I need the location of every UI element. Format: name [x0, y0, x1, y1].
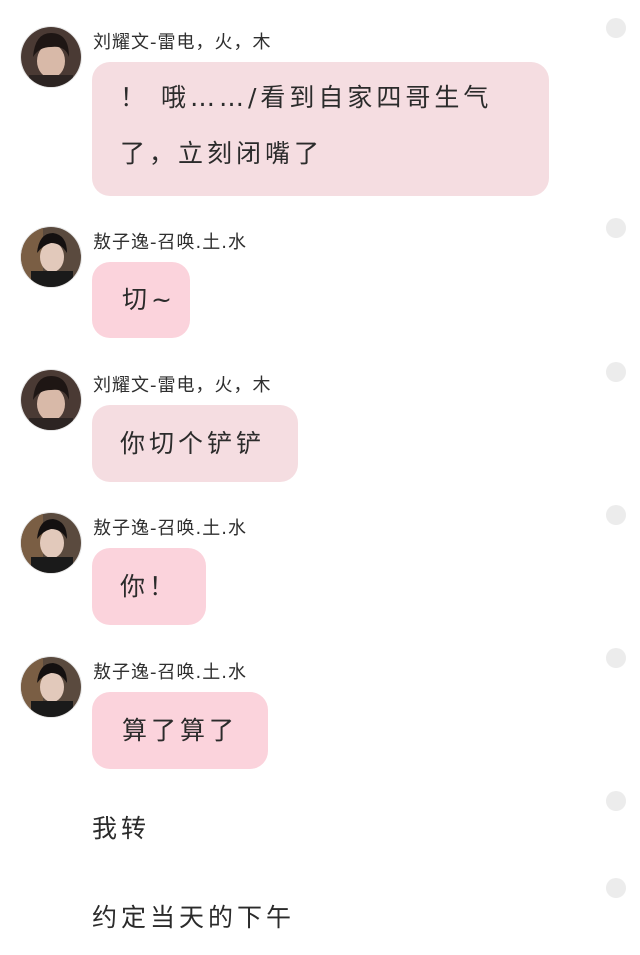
message-text: 你切个铲铲 — [120, 429, 266, 458]
avatar-portrait-icon — [21, 513, 81, 573]
chat-message: 敖子逸-召唤.土.水 切~ — [0, 210, 640, 350]
sender-name: 敖子逸-召唤.土.水 — [93, 518, 247, 539]
narration-line: 约定当天的下午 — [0, 872, 640, 952]
message-bubble[interactable]: 你切个铲铲 — [92, 405, 298, 482]
avatar-ao[interactable] — [20, 512, 82, 574]
select-radio[interactable] — [606, 362, 626, 382]
sender-name: 刘耀文-雷电，火，木 — [93, 375, 272, 396]
message-bubble[interactable]: 你！ — [92, 548, 206, 625]
narration-text: 约定当天的下午 — [92, 903, 296, 932]
avatar-liu[interactable] — [20, 369, 82, 431]
avatar-portrait-icon — [21, 27, 81, 87]
sender-name: 敖子逸-召唤.土.水 — [93, 662, 247, 683]
sender-name: 敖子逸-召唤.土.水 — [93, 232, 247, 253]
avatar-portrait-icon — [21, 227, 81, 287]
message-text: 你！ — [120, 572, 179, 601]
message-bubble[interactable]: 切~ — [92, 262, 190, 338]
avatar-portrait-icon — [21, 657, 81, 717]
message-text: 算了算了 — [122, 716, 239, 745]
avatar-ao[interactable] — [20, 656, 82, 718]
message-text-line: ！ 哦……/看到自家四哥生气 — [120, 83, 493, 112]
avatar-ao[interactable] — [20, 226, 82, 288]
chat-message: 敖子逸-召唤.土.水 你！ — [0, 495, 640, 635]
message-bubble[interactable]: 算了算了 — [92, 692, 268, 769]
select-radio[interactable] — [606, 505, 626, 525]
chat-message: 刘耀文-雷电，火，木 ！ 哦……/看到自家四哥生气 了，立刻闭嘴了 — [0, 0, 640, 200]
sender-name: 刘耀文-雷电，火，木 — [93, 32, 272, 53]
chat-message: 敖子逸-召唤.土.水 算了算了 — [0, 638, 640, 778]
message-bubble[interactable]: ！ 哦……/看到自家四哥生气 了，立刻闭嘴了 — [92, 62, 549, 196]
select-radio[interactable] — [606, 648, 626, 668]
message-text-line: 了，立刻闭嘴了 — [120, 139, 324, 168]
chat-message: 刘耀文-雷电，火，木 你切个铲铲 — [0, 352, 640, 492]
select-radio[interactable] — [606, 791, 626, 811]
avatar-liu[interactable] — [20, 26, 82, 88]
select-radio[interactable] — [606, 218, 626, 238]
select-radio[interactable] — [606, 18, 626, 38]
select-radio[interactable] — [606, 878, 626, 898]
avatar-portrait-icon — [21, 370, 81, 430]
narration-line: 我转 — [0, 785, 640, 855]
message-text: 切~ — [122, 285, 176, 314]
narration-text: 我转 — [92, 814, 151, 843]
